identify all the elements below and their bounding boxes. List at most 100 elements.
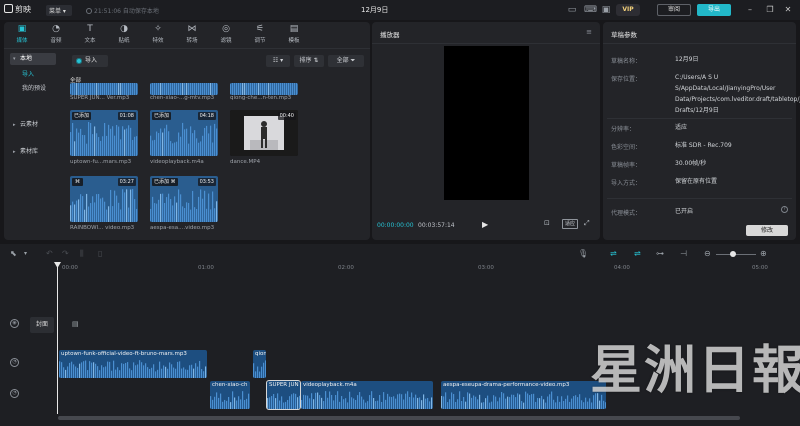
total-time: 00:03:57:14 [418,222,455,229]
properties-divider [603,43,796,44]
monitor-icon[interactable]: ▣ [600,4,612,16]
sidebar-item-import[interactable]: 导入 [22,69,62,81]
tab-adjust[interactable]: ⚟ 调节 [248,24,272,46]
main-track-magnet-icon[interactable]: ⇌ [610,248,617,260]
media-icon: ▣ [17,24,27,34]
link-toggle-icon[interactable]: ⊶ [656,248,664,260]
prop-framerate-key: 草稿帧率： [611,162,642,169]
prop-name-key: 草稿名称： [611,58,642,65]
adjust-icon: ⚟ [255,24,265,34]
waveform [230,83,298,95]
tab-filter[interactable]: ◎ 滤镜 [214,24,238,46]
minimize-icon[interactable]: – [744,4,756,16]
select-cursor-icon[interactable]: ⬉ [10,248,17,260]
ratio-button[interactable]: 适应 [562,219,578,229]
zoom-out-icon[interactable]: ⊖ [704,248,711,260]
sidebar-item-cloud[interactable]: 云素材 [10,119,56,131]
microphone-icon[interactable]: 🎙 [578,248,588,260]
draft-properties-panel: 草稿参数 草稿名称： 12月9日 保存位置： C:/Users/A S U S/… [603,22,800,240]
info-icon[interactable]: ? [781,206,788,213]
prop-proxy-key: 代理模式： [611,210,642,217]
layout-icon[interactable]: ▭ [566,4,578,16]
waveform [301,391,433,409]
chevron-down-icon[interactable]: ▾ [24,248,27,260]
audio-thumbnail [70,83,138,95]
audio-track-icon[interactable]: ◔ [10,389,19,398]
timeline-audio-clip[interactable]: qion [253,350,266,378]
timeline-audio-clip[interactable]: uptown-funk-official-video-ft-bruno-mars… [59,350,207,378]
tab-audio[interactable]: ◔ 音频 [44,24,68,46]
waveform [210,391,250,409]
view-mode-button[interactable]: ☷ ▾ [266,55,290,67]
tab-text-label: 文本 [84,38,96,44]
import-button[interactable]: 导入 [72,55,108,67]
current-time: 00:00:00:00 [377,222,414,229]
audio-thumbnail [230,83,298,95]
shortcut-keyboard-icon[interactable]: ⌨ [584,4,597,16]
tab-transition-label: 转场 [186,38,198,44]
ruler-label: 01:00 [198,265,214,271]
tab-effects[interactable]: ✧ 特效 [146,24,170,46]
tab-media[interactable]: ▣ 媒体 [10,24,34,46]
close-icon[interactable]: ✕ [782,4,794,16]
media-sidebar: 本地 导入 我的预设 云素材 素材库 [4,49,62,240]
tab-text[interactable]: T 文本 [78,24,102,46]
duration-badge: 04:18 [197,112,216,120]
filter-button[interactable]: 全部 ⏷ [328,55,364,67]
zoom-in-icon[interactable]: ⊕ [760,248,767,260]
film-icon: ▤ [72,320,79,328]
timeline-audio-clip[interactable]: chen-xiao-ch [210,381,250,409]
sort-button[interactable]: 排序 ⇅ [294,55,324,67]
tab-template[interactable]: ▤ 模板 [282,24,306,46]
fullscreen-icon[interactable]: ⤢ [584,219,590,228]
prop-import-key: 导入方式： [611,180,642,187]
timeline-audio-clip[interactable]: videoplayback.m4a [301,381,433,409]
tab-media-label: 媒体 [16,38,28,44]
app-logo: 剪映 [4,4,31,15]
video-preview[interactable] [444,46,529,200]
time-ruler[interactable]: 00:00 01:00 02:00 03:00 04:00 05:00 [58,264,800,276]
export-button[interactable]: 导出 [697,4,731,16]
modify-button[interactable]: 修改 [746,225,788,236]
prop-location-value: C:/Users/A S U S/AppData/Local/JianyingP… [675,74,800,114]
review-button[interactable]: 审阅 [657,4,691,16]
added-badge: 已添加 [72,112,92,120]
preview-axis-icon[interactable]: ⊣ [680,248,687,260]
play-icon[interactable]: ▶ [482,220,488,229]
delete-icon[interactable]: ▯ [98,248,102,260]
link-icon: ⌘ [72,178,83,186]
undo-icon[interactable]: ↶ [46,248,53,260]
main-menu-button[interactable]: 菜单 ▾ [46,5,72,16]
tab-sticker[interactable]: ◑ 贴纸 [112,24,136,46]
redo-icon[interactable]: ↷ [62,248,69,260]
timeline-audio-clip[interactable]: SUPER JUN [266,380,301,410]
zoom-slider-handle[interactable] [730,251,736,257]
tab-transition[interactable]: ⋈ 转场 [180,24,204,46]
video-track-visibility-icon[interactable]: ◉ [10,319,19,328]
template-icon: ▤ [289,24,299,34]
split-icon[interactable]: ⫼ [80,248,84,260]
video-thumbnail: 00:40 [230,110,298,156]
autosave-icon [86,8,92,14]
clip-title: chen-xiao-ch [212,382,248,388]
audio-icon: ◔ [52,24,60,34]
sidebar-item-library[interactable]: 素材库 [10,146,56,158]
tab-sticker-label: 贴纸 [118,38,130,44]
maximize-icon[interactable]: ❐ [764,4,776,16]
sidebar-item-presets[interactable]: 我的预设 [22,83,62,95]
fit-screen-icon[interactable]: ⊡ [544,219,550,227]
cover-button[interactable]: 封面 [30,317,54,333]
auto-snap-icon[interactable]: ⇌ [634,248,641,260]
prop-proxy-value: 已开启 [675,208,694,215]
audio-track-icon[interactable]: ◔ [10,358,19,367]
autosave-status: 21:51:06 自动保存本地 [86,6,159,15]
vip-badge[interactable]: VIP [616,4,640,16]
menu-icon[interactable]: ≡ [586,28,592,36]
playhead[interactable] [57,264,58,414]
zoom-slider[interactable] [716,254,756,255]
timeline-scrollbar[interactable] [58,416,740,420]
tab-effects-label: 特效 [152,38,164,44]
timeline-audio-clip[interactable]: aespa-eseupa-drama-performance-video.mp3 [441,381,606,409]
sidebar-item-local[interactable]: 本地 [10,53,56,65]
clip-name: chen-xiao-...g-mtv.mp3 [150,95,215,101]
